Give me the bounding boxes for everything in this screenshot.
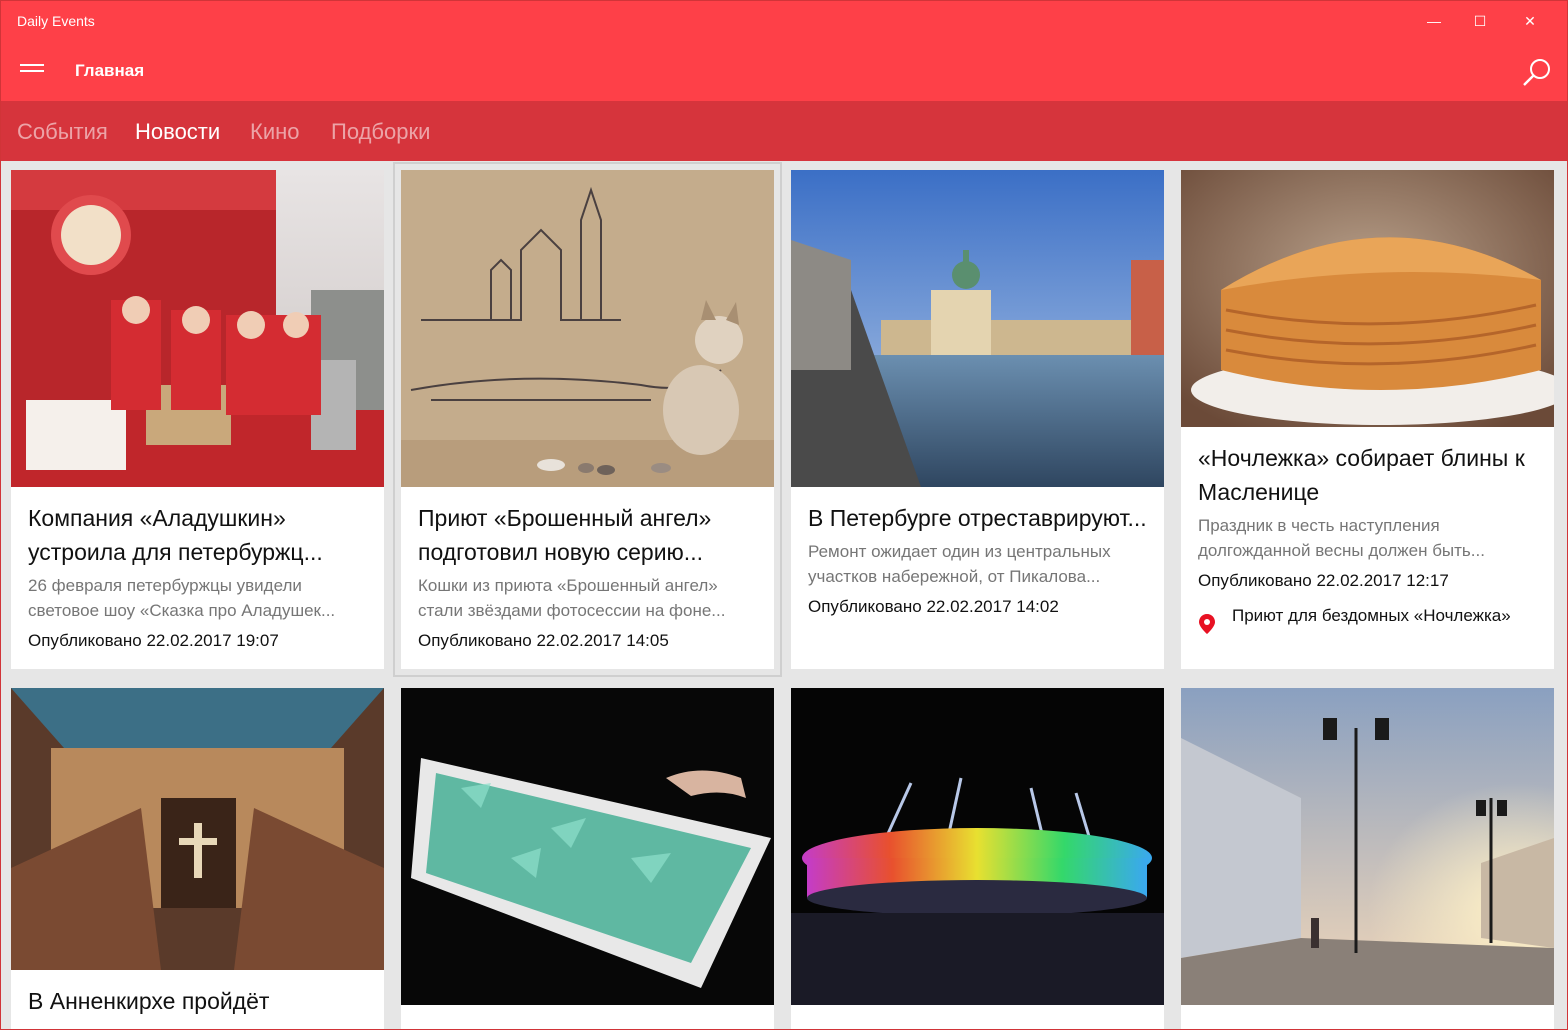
title-bar[interactable]: Daily Events — ☐ ✕ — [1, 1, 1567, 41]
hamburger-icon[interactable] — [17, 61, 47, 81]
page-title: Главная — [75, 61, 145, 80]
card-description: 26 февраля петербуржцы увидели световое … — [28, 576, 336, 620]
maximize-button[interactable]: ☐ — [1457, 1, 1503, 41]
tab-events[interactable]: События — [17, 119, 108, 145]
card-title: Компания «Аладушкин» устроила для петерб… — [28, 505, 323, 565]
news-grid: Компания «Аладушкин» устроила для петерб… — [1, 161, 1567, 1029]
news-image-cat — [401, 170, 774, 487]
card-description: Праздник в честь наступления долгожданно… — [1198, 516, 1485, 560]
card-date: Опубликовано 22.02.2017 12:17 — [1198, 571, 1449, 590]
pivot-tabs: События Новости Кино Подборки — [1, 101, 1567, 161]
card-date: Опубликовано 22.02.2017 19:07 — [28, 631, 279, 650]
minimize-button[interactable]: — — [1411, 1, 1457, 41]
news-card[interactable]: Компания «Аладушкин» устроила для петерб… — [11, 170, 384, 669]
card-title: В Анненкирхе пройдёт — [28, 988, 270, 1014]
card-title: В Петербурге отреставрируют... — [808, 505, 1147, 531]
card-description: Кошки из приюта «Брошенный ангел» стали … — [418, 576, 726, 620]
card-description: Ремонт ожидает один из центральных участ… — [808, 542, 1111, 586]
news-image-stadium — [791, 688, 1164, 1005]
news-card[interactable] — [401, 688, 774, 1029]
place-label: Приют для бездомных «Ночлежка» — [1232, 606, 1511, 625]
news-card[interactable]: В Анненкирхе пройдёт — [11, 688, 384, 1029]
app-window: Daily Events — ☐ ✕ Главная События Новос… — [0, 0, 1568, 1030]
app-title: Daily Events — [17, 13, 95, 29]
card-date: Опубликовано 22.02.2017 14:02 — [808, 597, 1059, 616]
search-icon[interactable] — [1521, 57, 1553, 89]
tab-news[interactable]: Новости — [135, 119, 220, 145]
close-button[interactable]: ✕ — [1507, 1, 1553, 41]
app-bar: Главная — [1, 41, 1567, 101]
news-image-aladushkin — [11, 170, 384, 487]
news-image-pancakes — [1181, 170, 1554, 427]
tab-cinema[interactable]: Кино — [250, 119, 300, 145]
news-image-street — [1181, 688, 1554, 1005]
location-pin-icon — [1199, 614, 1215, 634]
card-place[interactable]: Приют для бездомных «Ночлежка» — [1198, 603, 1537, 635]
news-card[interactable] — [1181, 688, 1554, 1029]
tab-collections[interactable]: Подборки — [331, 119, 430, 145]
card-date: Опубликовано 22.02.2017 14:05 — [418, 631, 669, 650]
news-image-embankment — [791, 170, 1164, 487]
news-card[interactable]: В Петербурге отреставрируют... Ремонт ож… — [791, 170, 1164, 669]
card-title: Приют «Брошенный ангел» подготовил новую… — [418, 505, 712, 565]
news-image-bathtub — [401, 688, 774, 1005]
news-card[interactable]: Приют «Брошенный ангел» подготовил новую… — [393, 162, 782, 677]
news-image-annenkirche — [11, 688, 384, 970]
news-card[interactable]: «Ночлежка» собирает блины к Масленице Пр… — [1181, 170, 1554, 669]
card-title: «Ночлежка» собирает блины к Масленице — [1198, 445, 1525, 505]
news-card[interactable] — [791, 688, 1164, 1029]
